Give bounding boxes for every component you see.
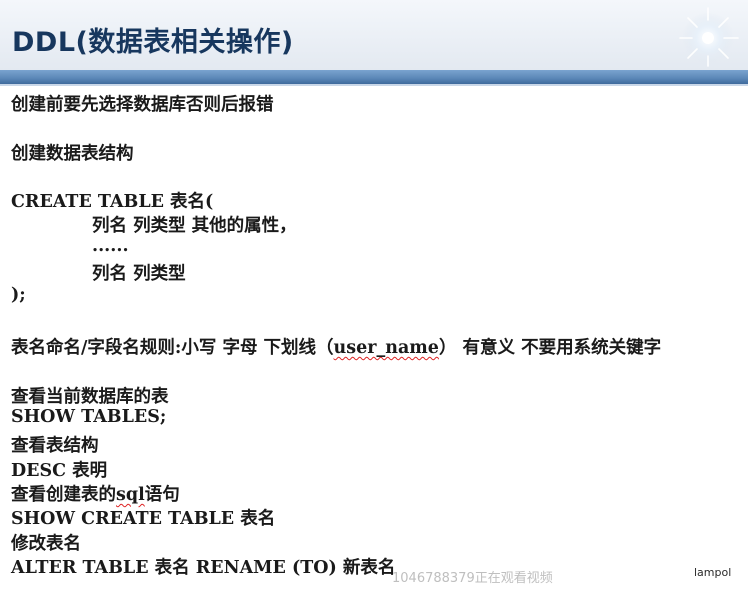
code-column-definition: 列名 列类型 其他的属性，: [92, 216, 297, 236]
starburst-icon: [679, 7, 739, 67]
code-desc: DESC 表明: [11, 461, 108, 481]
slide-header: DDL(数据表相关操作): [0, 0, 748, 70]
code-alter-table-rename: ALTER TABLE 表名 RENAME (TO) 新表名: [11, 558, 396, 578]
naming-rules-example: user_name: [333, 338, 439, 358]
note-show-create-sql: sql: [116, 485, 145, 505]
code-close-paren: );: [11, 285, 26, 305]
note-show-create-prefix: 查看创建表的: [11, 485, 116, 505]
slide-title: DDL(数据表相关操作): [12, 27, 294, 58]
header-band: [0, 70, 748, 84]
naming-rules-line: 表名命名/字段名规则:小写 字母 下划线（user_name） 有意义 不要用系…: [11, 334, 661, 359]
note-show-create: 查看创建表的sql语句: [11, 481, 180, 506]
slide: DDL(数据表相关操作) 创建前要先选择数据库否则后报错 创建数据表结构 CRE…: [0, 0, 748, 596]
code-create-table: CREATE TABLE 表名(: [11, 192, 214, 212]
note-rename: 修改表名: [11, 534, 81, 554]
naming-rules-suffix: ） 有意义 不要用系统关键字: [438, 338, 662, 358]
header-divider: [0, 84, 748, 86]
note-line-1: 创建前要先选择数据库否则后报错: [11, 95, 274, 115]
naming-rules-prefix: 表名命名/字段名规则:小写 字母 下划线（: [11, 338, 334, 358]
code-column-definition-last: 列名 列类型: [92, 264, 186, 284]
note-desc: 查看表结构: [11, 436, 99, 456]
code-ellipsis: ......: [92, 236, 129, 256]
code-show-create-table: SHOW CREATE TABLE 表名: [11, 509, 276, 529]
viewer-watermark: 1046788379正在观看视频: [392, 571, 553, 586]
brand-label: lampol: [694, 566, 732, 579]
note-show-tables: 查看当前数据库的表: [11, 387, 169, 407]
code-show-tables: SHOW TABLES;: [11, 407, 167, 427]
note-line-2: 创建数据表结构: [11, 144, 134, 164]
note-show-create-suffix: 语句: [144, 485, 180, 505]
